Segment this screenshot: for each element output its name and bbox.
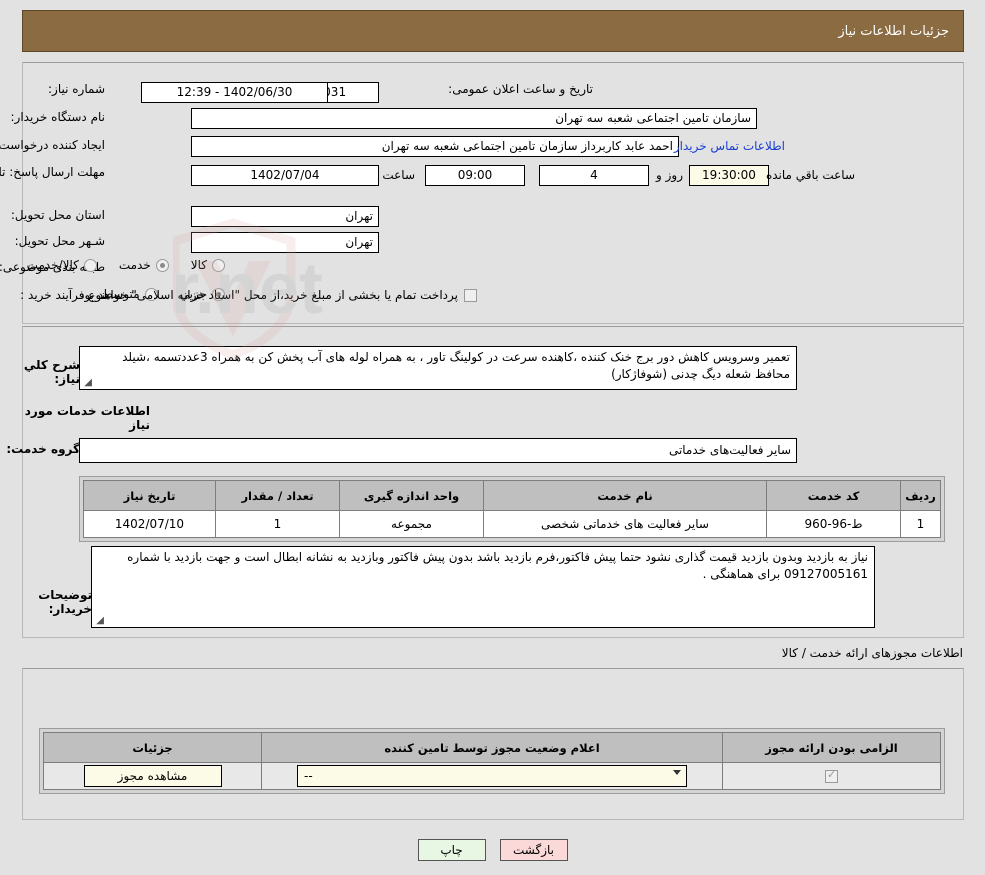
footer-button-bar: بازگشت چاپ: [0, 839, 985, 861]
th-details: جزئیات: [43, 732, 262, 763]
cell-status: --: [261, 762, 723, 790]
treasury-text: پرداخت تمام یا بخشی از مبلغ خرید،از محل …: [75, 288, 458, 302]
treasury-checkbox-icon[interactable]: [464, 288, 477, 302]
chevron-down-icon[interactable]: [673, 770, 681, 775]
city-value: تهران: [191, 232, 379, 253]
services-table-wrap: ردیف کد خدمت نام خدمت واحد اندازه گیری ت…: [79, 476, 945, 542]
license-table-wrap: الزامی بودن ارائه مجوز اعلام وضعیت مجوز …: [39, 728, 945, 794]
license-table-header-row: الزامی بودن ارائه مجوز اعلام وضعیت مجوز …: [43, 732, 941, 763]
back-button[interactable]: بازگشت: [499, 839, 568, 861]
cell-name: سایر فعالیت های خدماتی شخصی: [483, 510, 767, 538]
category-radio-kala-khedmat-icon[interactable]: [83, 258, 97, 272]
need-number-label-wrap: شماره نیاز:: [21, 82, 105, 96]
creator-value: احمد عابد کاربرداز سازمان تامین اجتماعی …: [191, 136, 679, 157]
days-word-label: روز و: [656, 168, 683, 182]
license-required-checkbox-icon: [825, 768, 838, 783]
license-table-row: -- مشاهده مجوز: [43, 762, 941, 790]
deadline-label-wrap: مهلت ارسال پاسخ: تا تاریخ:: [0, 165, 105, 180]
resize-grip-icon[interactable]: ◢: [82, 378, 92, 388]
th-qty: تعداد / مقدار: [215, 480, 340, 511]
category-option-kala-khedmat-label: کالا/خدمت: [26, 258, 79, 272]
category-radio-kala-icon[interactable]: [212, 258, 225, 272]
public-announce-label-wrap: تاریخ و ساعت اعلان عمومی:: [448, 82, 593, 96]
services-table-header-row: ردیف کد خدمت نام خدمت واحد اندازه گیری ت…: [83, 480, 941, 511]
city-label-wrap: شـهر محل تحویل:: [15, 234, 105, 248]
th-unit: واحد اندازه گیری: [339, 480, 484, 511]
page-root: جزئیات اطلاعات نیاز شماره نیاز: 11020908…: [0, 0, 985, 875]
need-desc-value-wrap[interactable]: تعمیر وسرویس کاهش دور برج خنک کننده ،کاه…: [79, 346, 797, 390]
category-option-khedmat[interactable]: خدمت: [119, 258, 169, 272]
days-remaining-value: 4: [539, 165, 649, 186]
license-section-title: اطلاعات مجوزهای ارائه خدمت / کالا: [781, 646, 963, 660]
page-header: جزئیات اطلاعات نیاز: [22, 10, 964, 52]
category-option-kala-label: کالا: [190, 258, 207, 272]
th-required: الزامی بودن ارائه مجوز: [722, 732, 941, 763]
th-date: تاریخ نیاز: [83, 480, 216, 511]
buyer-org-label-wrap: نام دستگاه خریدار:: [11, 110, 106, 124]
th-name: نام خدمت: [483, 480, 767, 511]
remaining-word-label: ساعت باقي مانده: [765, 168, 855, 182]
license-status-select-value: --: [304, 769, 313, 783]
category-option-kala-khedmat[interactable]: کالا/خدمت: [27, 258, 97, 272]
services-info-title: اطلاعات خدمات مورد نیاز: [24, 404, 150, 432]
cell-details: مشاهده مجوز: [43, 762, 262, 790]
cell-qty: 1: [215, 510, 340, 538]
th-status: اعلام وضعیت مجوز توسط تامین کننده: [261, 732, 723, 763]
category-option-khedmat-label: خدمت: [118, 258, 151, 272]
service-group-value: سایر فعالیت‌های خدماتی: [79, 438, 797, 463]
province-value: تهران: [191, 206, 379, 227]
cell-unit: مجموعه: [339, 510, 484, 538]
view-license-button[interactable]: مشاهده مجوز: [83, 765, 222, 787]
category-radio-khedmat-icon[interactable]: [155, 258, 169, 272]
creator-label: ایجاد کننده درخواست:: [0, 138, 105, 152]
deadline-date-value: 1402/07/04: [191, 165, 379, 186]
buyer-notes-label: توضیحات خریدار:: [38, 588, 92, 616]
buyer-notes-value-wrap[interactable]: نیاز به بازدید وبدون بازدید قیمت گذاری ن…: [91, 546, 875, 628]
need-number-label: شماره نیاز:: [48, 82, 105, 96]
treasury-checkbox-row[interactable]: پرداخت تمام یا بخشی از مبلغ خرید،از محل …: [75, 288, 477, 302]
category-radio-group: کالا خدمت کالا/خدمت: [27, 258, 225, 272]
need-desc-label: شرح کلي نیاز:: [23, 358, 80, 386]
cell-code: ط-96-960: [766, 510, 901, 538]
page-title: جزئیات اطلاعات نیاز: [838, 23, 949, 39]
need-desc-value: تعمیر وسرویس کاهش دور برج خنک کننده ،کاه…: [122, 350, 790, 381]
city-label: شـهر محل تحویل:: [14, 234, 105, 248]
creator-label-wrap: ایجاد کننده درخواست:: [0, 138, 105, 152]
province-label: استان محل تحویل:: [10, 208, 105, 222]
cell-row: 1: [900, 510, 941, 538]
deadline-time-value: 09:00: [425, 165, 525, 186]
buyer-notes-value: نیاز به بازدید وبدون بازدید قیمت گذاری ن…: [127, 550, 868, 581]
category-option-kala[interactable]: کالا: [191, 258, 225, 272]
th-row: ردیف: [900, 480, 941, 511]
resize-grip-icon-2[interactable]: ◢: [94, 616, 104, 626]
buyer-org-value: سازمان تامین اجتماعی شعبه سه تهران: [191, 108, 757, 129]
hours-remaining-value: 19:30:00: [689, 165, 769, 186]
print-button[interactable]: چاپ: [417, 839, 486, 861]
public-announce-value: 1402/06/30 - 12:39: [141, 82, 328, 103]
license-table: الزامی بودن ارائه مجوز اعلام وضعیت مجوز …: [43, 732, 941, 790]
cell-date: 1402/07/10: [83, 510, 216, 538]
deadline-label: مهلت ارسال پاسخ: تا تاریخ:: [0, 165, 105, 179]
th-code: کد خدمت: [766, 480, 901, 511]
service-group-label: گروه خدمت:: [6, 442, 80, 456]
public-announce-label: تاریخ و ساعت اعلان عمومی:: [448, 82, 593, 96]
table-row: 1 ط-96-960 سایر فعالیت های خدماتی شخصی م…: [83, 510, 941, 538]
services-table: ردیف کد خدمت نام خدمت واحد اندازه گیری ت…: [83, 480, 941, 538]
time-label: ساعت: [382, 168, 415, 182]
buyer-contact-link[interactable]: اطلاعات تماس خریدار: [674, 139, 785, 153]
buyer-org-label: نام دستگاه خریدار:: [10, 110, 106, 124]
cell-required: [722, 762, 941, 790]
province-label-wrap: استان محل تحویل:: [11, 208, 105, 222]
license-status-select[interactable]: --: [297, 765, 687, 787]
